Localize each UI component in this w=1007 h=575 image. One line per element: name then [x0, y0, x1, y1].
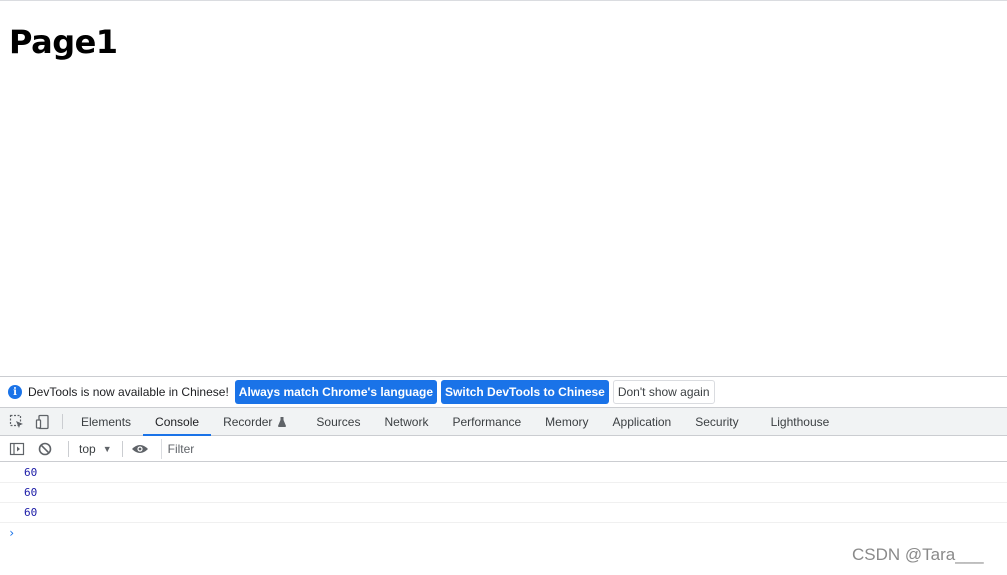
flask-icon: [278, 416, 287, 427]
eye-icon[interactable]: [129, 438, 151, 460]
tab-lighthouse[interactable]: Lighthouse: [759, 408, 842, 435]
dropdown-caret-icon: ▼: [102, 444, 112, 454]
tab-memory[interactable]: Memory: [533, 408, 600, 435]
tab-separator: [62, 414, 63, 429]
prompt-chevron-icon: ›: [8, 526, 16, 540]
tab-elements[interactable]: Elements: [69, 408, 143, 435]
tab-security[interactable]: Security: [683, 408, 750, 435]
tab-console[interactable]: Console: [143, 408, 212, 436]
context-selector[interactable]: top ▼: [75, 442, 116, 456]
page-viewport: Page1: [0, 1, 1007, 376]
console-toolbar: top ▼: [0, 437, 1007, 462]
inspect-element-icon[interactable]: [4, 408, 30, 435]
clear-console-icon[interactable]: [34, 438, 56, 460]
context-label: top: [79, 442, 96, 456]
page-title: Page1: [9, 23, 118, 61]
console-message: 60: [0, 463, 1007, 483]
tab-application[interactable]: Application: [601, 408, 684, 435]
watermark: CSDN @Tara___: [852, 545, 984, 564]
sidebar-toggle-icon[interactable]: [6, 438, 28, 460]
console-prompt[interactable]: ›: [0, 523, 1007, 543]
language-infobar: i DevTools is now available in Chinese! …: [0, 377, 1007, 408]
toolbar-separator: [68, 441, 69, 457]
console-message: 60: [0, 483, 1007, 503]
info-icon: i: [8, 385, 22, 399]
devtools-tabstrip: Elements Console Recorder Sources Networ…: [0, 408, 1007, 436]
console-message: 60: [0, 503, 1007, 523]
device-toolbar-icon[interactable]: [30, 408, 56, 435]
tab-performance[interactable]: Performance: [440, 408, 533, 435]
toolbar-separator: [121, 441, 123, 457]
tab-sources[interactable]: Sources: [304, 408, 372, 435]
always-match-language-button[interactable]: Always match Chrome's language: [234, 380, 438, 404]
filter-input[interactable]: [160, 439, 1007, 459]
tab-recorder[interactable]: Recorder: [211, 408, 298, 435]
tab-network[interactable]: Network: [372, 408, 440, 435]
console-messages: 60 60 60 ›: [0, 463, 1007, 543]
infobar-message: DevTools is now available in Chinese!: [28, 385, 229, 399]
switch-devtools-language-button[interactable]: Switch DevTools to Chinese: [441, 380, 609, 404]
dont-show-again-button[interactable]: Don't show again: [612, 380, 715, 404]
